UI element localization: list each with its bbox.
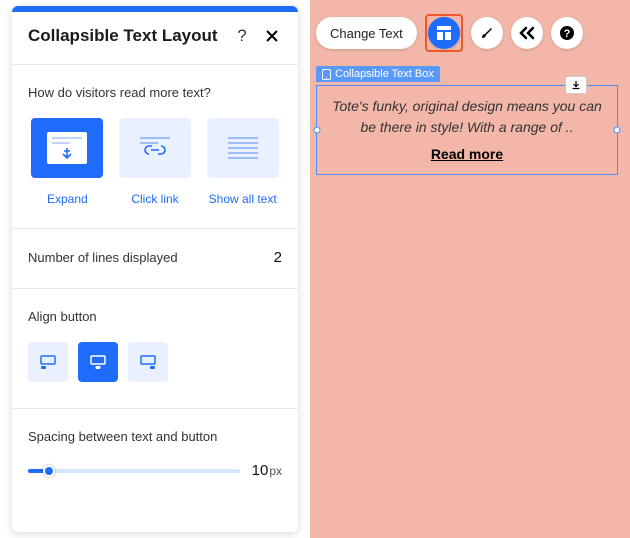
slider-thumb[interactable] — [43, 465, 55, 477]
align-center-button[interactable] — [78, 342, 118, 382]
help-icon[interactable]: ? — [232, 26, 252, 46]
read-mode-label: How do visitors read more text? — [28, 85, 282, 100]
resize-handle-left[interactable] — [314, 126, 321, 133]
change-text-button[interactable]: Change Text — [316, 17, 417, 49]
spacing-value-wrap[interactable]: 10px — [252, 462, 282, 480]
spacing-slider[interactable] — [28, 469, 240, 473]
spacing-slider-row: 10px — [28, 462, 282, 480]
mode-label: Expand — [47, 192, 88, 206]
layout-icon — [436, 25, 452, 41]
design-canvas[interactable]: Change Text ? — [310, 0, 630, 538]
brush-icon — [479, 25, 495, 41]
component-selection-box[interactable]: Tote's funky, original design means you … — [316, 85, 618, 175]
layout-button-highlight — [425, 14, 463, 52]
design-button[interactable] — [471, 17, 503, 49]
component-tag: Collapsible Text Box — [316, 66, 440, 82]
download-icon — [571, 80, 581, 90]
lines-section: Number of lines displayed 2 — [12, 229, 298, 288]
spacing-label: Spacing between text and button — [28, 429, 282, 444]
help-button[interactable]: ? — [551, 17, 583, 49]
settings-panel: Collapsible Text Layout ? How do visitor… — [12, 6, 298, 532]
spacing-unit: px — [269, 464, 282, 478]
floating-toolbar: Change Text ? — [316, 14, 583, 52]
read-mode-click-link[interactable]: Click link — [116, 118, 195, 206]
component-tag-label: Collapsible Text Box — [335, 68, 434, 80]
read-mode-show-all[interactable]: Show all text — [203, 118, 282, 206]
svg-text:?: ? — [563, 28, 570, 40]
lines-label: Number of lines displayed — [28, 250, 178, 265]
expand-icon — [31, 118, 103, 178]
animation-button[interactable] — [511, 17, 543, 49]
align-right-button[interactable] — [128, 342, 168, 382]
component-text[interactable]: Tote's funky, original design means you … — [331, 96, 603, 138]
resize-handle-right[interactable] — [614, 126, 621, 133]
read-more-link[interactable]: Read more — [331, 146, 603, 162]
align-section: Align button — [12, 289, 298, 408]
mobile-icon — [322, 69, 331, 80]
spacing-value: 10 — [252, 462, 269, 479]
mode-label: Show all text — [209, 192, 277, 206]
showall-icon — [207, 118, 279, 178]
collapsible-text-component[interactable]: Collapsible Text Box Tote's funky, origi… — [316, 66, 618, 175]
chevrons-icon — [518, 26, 536, 40]
lines-value[interactable]: 2 — [274, 249, 282, 266]
spacing-section: Spacing between text and button 10px — [12, 409, 298, 490]
mode-label: Click link — [131, 192, 178, 206]
question-icon: ? — [559, 25, 575, 41]
panel-title: Collapsible Text Layout — [28, 26, 222, 46]
read-mode-section: How do visitors read more text? Expand — [12, 65, 298, 228]
align-label: Align button — [28, 309, 282, 324]
panel-header: Collapsible Text Layout ? — [12, 12, 298, 64]
align-options — [28, 342, 282, 382]
read-mode-options: Expand Click link — [28, 118, 282, 206]
link-icon — [119, 118, 191, 178]
close-icon[interactable] — [262, 29, 282, 43]
download-chip[interactable] — [565, 76, 587, 94]
read-mode-expand[interactable]: Expand — [28, 118, 107, 206]
layout-button[interactable] — [428, 17, 460, 49]
align-left-button[interactable] — [28, 342, 68, 382]
